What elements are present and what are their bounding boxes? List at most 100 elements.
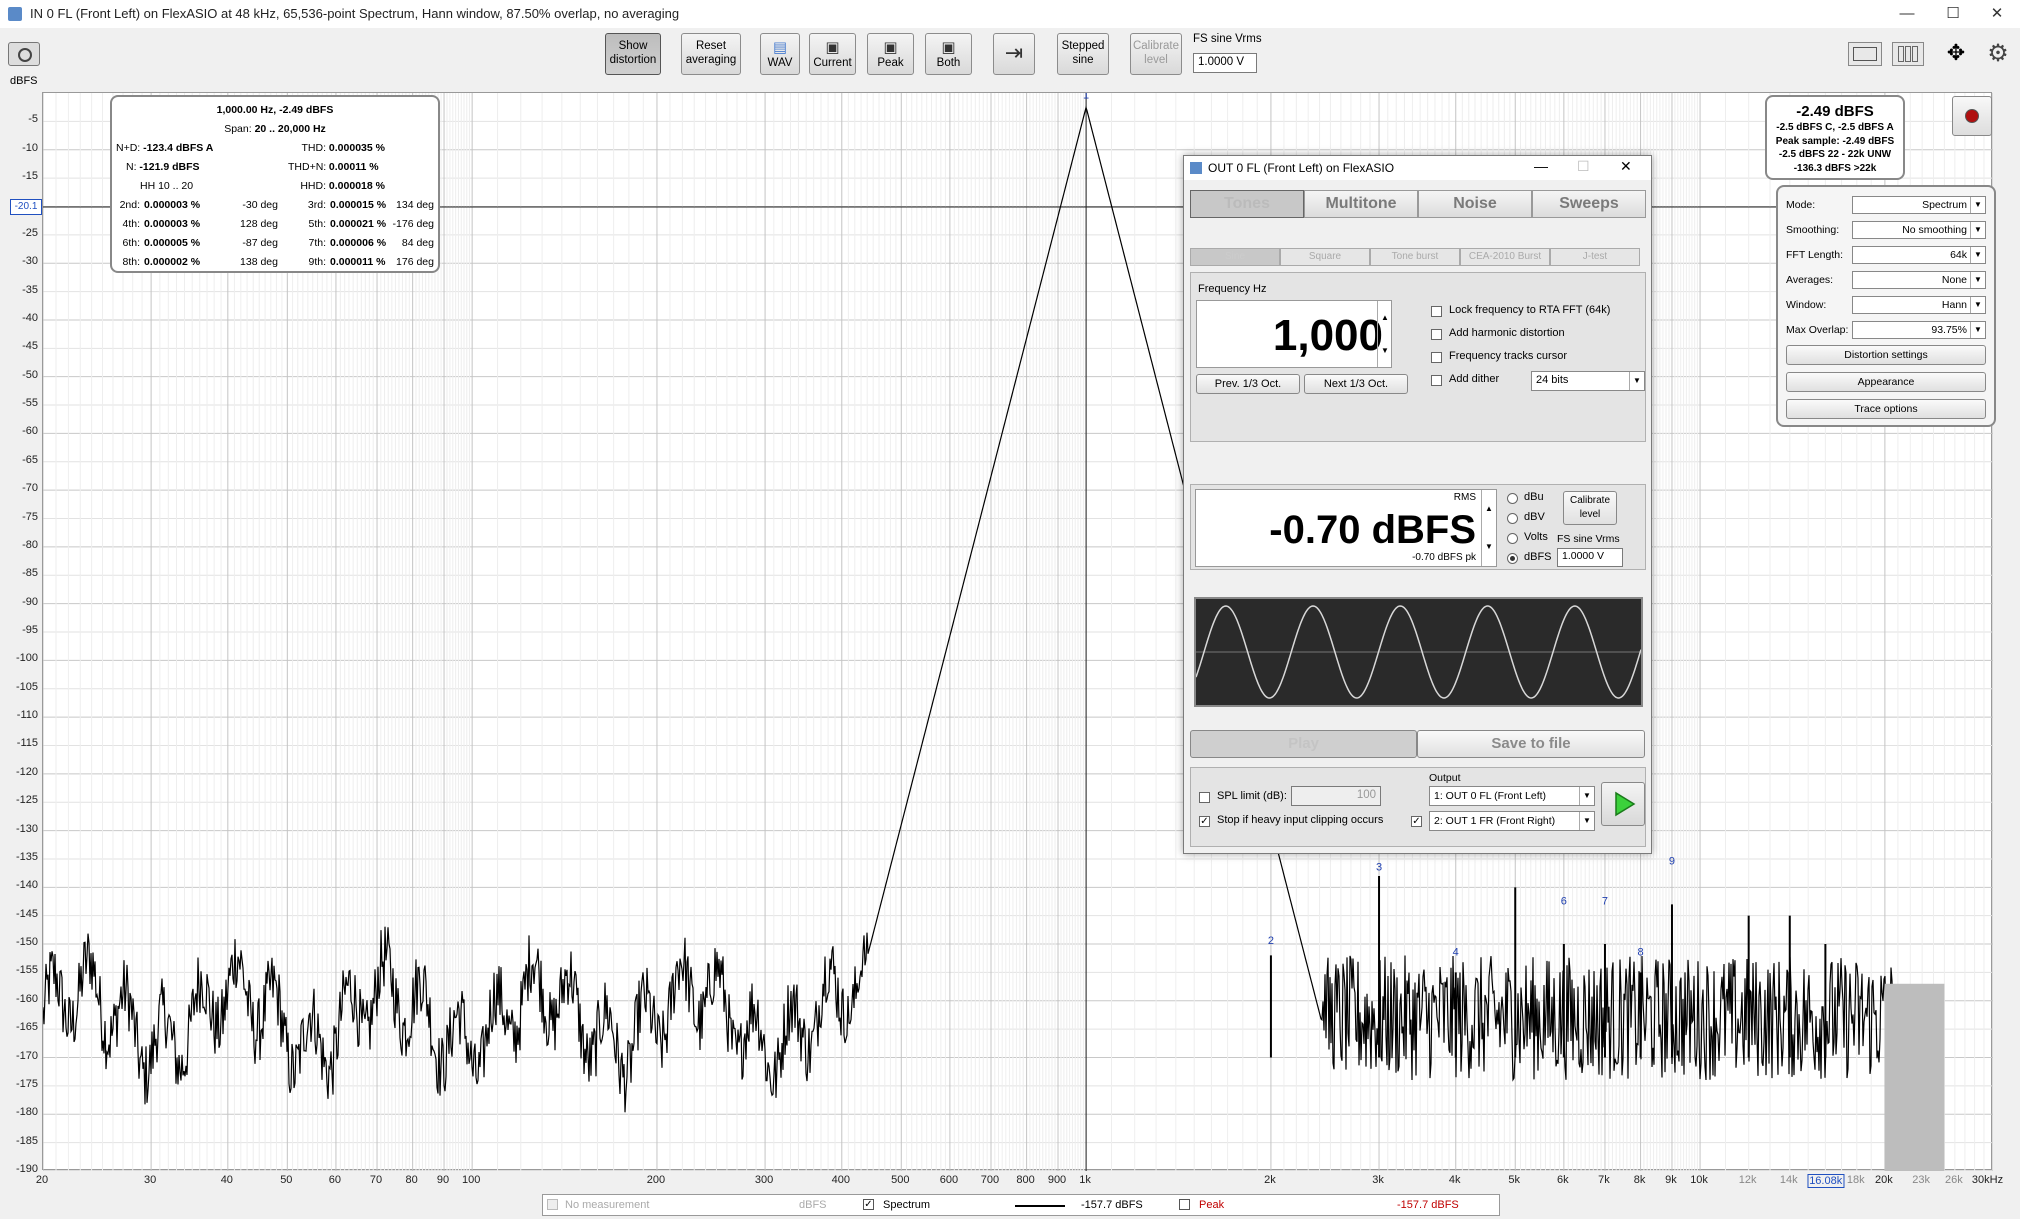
maximize-button[interactable]: ☐ (1577, 158, 1590, 175)
stepped-sine-label-2: sine (1072, 54, 1094, 66)
fft-length-select[interactable]: 64k ▼ (1852, 246, 1986, 264)
add-dither-checkbox[interactable] (1431, 375, 1442, 386)
output-1-value: 1: OUT 0 FL (Front Left) (1434, 790, 1547, 802)
appearance-button[interactable]: Appearance (1786, 372, 1986, 392)
window-select[interactable]: Hann ▼ (1852, 296, 1986, 314)
peak-checkbox[interactable] (1179, 1199, 1190, 1210)
down-arrow-icon[interactable]: ▼ (1481, 528, 1496, 566)
subtab-j-test[interactable]: J-test (1550, 248, 1640, 266)
close-button[interactable]: ✕ (1620, 158, 1632, 175)
y-tick-label: -180 (15, 1106, 38, 1119)
unit-dbfs-radio[interactable] (1507, 553, 1518, 564)
wav-button[interactable]: ▤ WAV (760, 33, 800, 75)
tab-tones[interactable]: Tones (1190, 190, 1304, 218)
x-tick-label: 30kHz (1971, 1174, 2004, 1186)
show-distortion-button[interactable]: Show distortion (605, 33, 661, 75)
trace-options-button[interactable]: Trace options (1786, 399, 1986, 419)
prev-octave-button[interactable]: Prev. 1/3 Oct. (1196, 374, 1300, 394)
distortion-settings-button[interactable]: Distortion settings (1786, 345, 1986, 365)
chevron-down-icon: ▼ (1970, 272, 1985, 288)
unit-dbv-radio[interactable] (1507, 513, 1518, 524)
unit-volts-radio[interactable] (1507, 533, 1518, 544)
subtab-square[interactable]: Square (1280, 248, 1370, 266)
tab-sweeps[interactable]: Sweeps (1532, 190, 1646, 218)
spl-limit-input[interactable]: 100 (1291, 786, 1381, 806)
minimize-button[interactable]: — (1884, 2, 1930, 26)
output-2-select[interactable]: 2: OUT 1 FR (Front Right) ▼ (1429, 811, 1595, 831)
minimize-button[interactable]: — (1534, 158, 1548, 174)
save-both-button[interactable]: ▣ Both (925, 33, 972, 75)
harmonic-value: 0.000005 % (144, 237, 201, 249)
both-label: Both (936, 57, 961, 69)
distortion-panel[interactable]: 1,000.00 Hz, -2.49 dBFS Span: 20 .. 20,0… (110, 95, 440, 273)
freq-tracks-cursor-checkbox[interactable] (1431, 352, 1442, 363)
layout-icon[interactable] (1848, 42, 1882, 66)
stepped-sine-button[interactable]: Stepped sine (1057, 33, 1109, 75)
columns-icon[interactable] (1892, 42, 1924, 66)
tab-noise[interactable]: Noise (1418, 190, 1532, 218)
save-peak-button[interactable]: ▣ Peak (867, 33, 914, 75)
save-icon: ▣ (941, 39, 956, 56)
x-tick-label: 300 (754, 1174, 774, 1186)
generator-title: OUT 0 FL (Front Left) on FlexASIO (1208, 161, 1395, 175)
spl-limit-checkbox[interactable] (1199, 792, 1210, 803)
fs-sine-input[interactable]: 1.0000 V (1193, 53, 1257, 73)
chevron-down-icon: ▼ (1579, 787, 1594, 805)
averages-select[interactable]: None ▼ (1852, 271, 1986, 289)
output-2-checkbox[interactable]: ✓ (1411, 816, 1422, 827)
fit-icon[interactable]: ✥ (1940, 40, 1972, 66)
overlap-select[interactable]: 93.75% ▼ (1852, 321, 1986, 339)
x-tick-label: 2k (1264, 1174, 1276, 1186)
calibrate-level-button[interactable]: Calibrate level (1563, 491, 1617, 525)
y-tick-label: -155 (15, 964, 38, 977)
fs-sine-input[interactable]: 1.0000 V (1557, 548, 1623, 567)
generator-title-bar: OUT 0 FL (Front Left) on FlexASIO — ☐ ✕ (1184, 156, 1651, 180)
y-tick-label: -75 (22, 510, 38, 523)
mode-select[interactable]: Spectrum ▼ (1852, 196, 1986, 214)
maximize-button[interactable]: ☐ (1930, 2, 1976, 26)
add-harmonic-checkbox[interactable] (1431, 329, 1442, 340)
distortion-header: 1,000.00 Hz, -2.49 dBFS (216, 104, 334, 116)
export-icon: ⇥ (1004, 40, 1024, 65)
save-current-button[interactable]: ▣ Current (809, 33, 856, 75)
record-button[interactable] (1952, 96, 1992, 136)
output-1-select[interactable]: 1: OUT 0 FL (Front Left) ▼ (1429, 786, 1595, 806)
subtab-cea-burst[interactable]: CEA-2010 Burst (1460, 248, 1550, 266)
save-icon: ▣ (883, 39, 898, 56)
dither-bits-select[interactable]: 24 bits ▼ (1531, 371, 1645, 391)
lock-frequency-checkbox[interactable] (1431, 306, 1442, 317)
reset-averaging-button[interactable]: Reset averaging (681, 33, 741, 75)
harmonic-value: 0.000003 % (144, 199, 201, 211)
up-arrow-icon[interactable]: ▲ (1481, 490, 1496, 528)
down-arrow-icon[interactable]: ▼ (1377, 334, 1392, 367)
no-measurement-checkbox[interactable] (547, 1199, 558, 1210)
out-of-band-region (1884, 983, 1945, 1171)
close-button[interactable]: ✕ (1974, 2, 2020, 26)
subtab-sine[interactable]: Sine (1190, 248, 1280, 266)
up-arrow-icon[interactable]: ▲ (1377, 301, 1392, 334)
tab-multitone[interactable]: Multitone (1304, 190, 1418, 218)
subtab-tone-burst[interactable]: Tone burst (1370, 248, 1460, 266)
spectrum-checkbox[interactable]: ✓ (863, 1199, 874, 1210)
y-tick-label: -175 (15, 1077, 38, 1090)
y-tick-label: -115 (16, 737, 38, 750)
smoothing-select[interactable]: No smoothing ▼ (1852, 221, 1986, 239)
next-octave-button[interactable]: Next 1/3 Oct. (1304, 374, 1408, 394)
level-meter-panel[interactable]: -2.49 dBFS -2.5 dBFS C, -2.5 dBFS A Peak… (1765, 95, 1905, 180)
start-generator-button[interactable] (1601, 782, 1645, 826)
x-tick-label: 8k (1633, 1174, 1646, 1186)
stop-clipping-checkbox[interactable]: ✓ (1199, 816, 1210, 827)
calibrate-level-button[interactable]: Calibrate level (1130, 33, 1182, 75)
camera-icon[interactable] (8, 42, 40, 66)
frequency-input[interactable]: 1,000 ▲ ▼ (1196, 300, 1392, 368)
save-to-file-button[interactable]: Save to file (1417, 730, 1645, 758)
unit-dbu-radio[interactable] (1507, 493, 1518, 504)
y-tick-label: -150 (15, 936, 38, 949)
level-line-4: -136.3 dBFS >22k (1793, 162, 1877, 174)
level-input[interactable]: RMS -0.70 dBFS -0.70 dBFS pk ▲ ▼ (1195, 489, 1497, 567)
x-tick-label: 50 (280, 1174, 293, 1186)
export-button[interactable]: ⇥ (993, 33, 1035, 75)
window-value: Hann (1941, 299, 1967, 311)
play-button[interactable]: Play (1190, 730, 1417, 758)
gear-icon[interactable]: ⚙ (1984, 40, 2012, 68)
